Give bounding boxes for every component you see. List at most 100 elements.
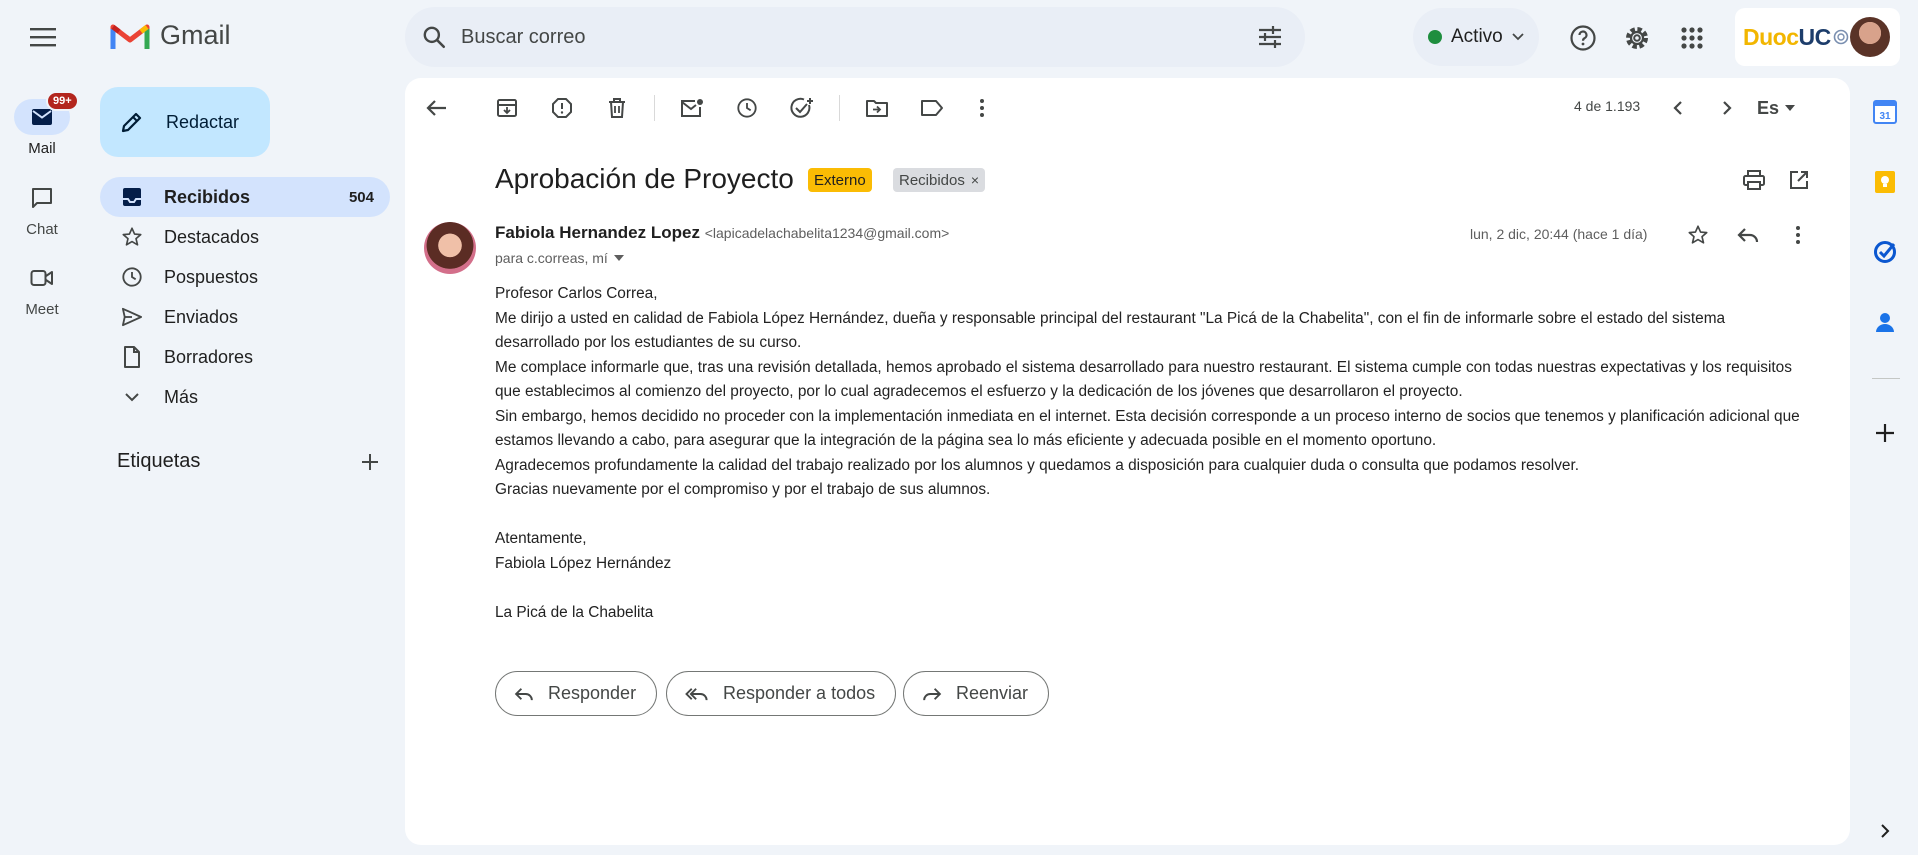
snooze-button[interactable] [729,90,765,126]
mail-icon [32,109,52,125]
input-tools-button[interactable]: Es [1757,90,1807,126]
get-addons-button[interactable] [1867,415,1903,451]
reply-all-button[interactable]: Responder a todos [666,671,897,716]
chevron-right-icon [1881,824,1890,838]
nav-item-starred[interactable]: Destacados [100,217,390,257]
body-paragraph: Gracias nuevamente por el compromiso y p… [495,481,991,498]
hamburger-icon [30,28,56,47]
search-icon[interactable] [421,24,447,50]
pagination-text: 4 de 1.193 [1574,98,1641,114]
sender-name[interactable]: Fabiola Hernandez Lopez [495,223,700,242]
active-status-dot [1428,30,1442,44]
forward-icon [923,687,942,700]
body-paragraph: Me complace informarle que, tras una rev… [495,358,1792,401]
report-spam-button[interactable] [544,90,580,126]
search-options-icon[interactable] [1257,25,1283,49]
star-icon [1688,225,1708,244]
organization-logo: DuocUC [1743,23,1831,50]
report-spam-icon [552,98,572,118]
tasks-app-button[interactable] [1867,234,1903,270]
plus-icon [362,453,378,470]
clock-icon [122,267,142,287]
status-label: Activo [1451,26,1503,47]
keep-app-button[interactable] [1867,164,1903,200]
older-button[interactable] [1709,90,1745,126]
move-to-folder-icon [866,100,888,117]
nav-item-more[interactable]: Más [100,377,390,417]
add-to-tasks-button[interactable] [784,90,820,126]
message-more-button[interactable] [1780,217,1816,253]
send-icon [122,307,142,327]
newer-button[interactable] [1660,90,1696,126]
body-greeting: Profesor Carlos Correa, [495,285,658,302]
more-vert-icon [980,99,984,117]
compose-label: Redactar [166,111,240,132]
apps-button[interactable] [1672,18,1712,58]
labels-button[interactable] [914,90,950,126]
nav-item-snoozed[interactable]: Pospuestos [100,257,390,297]
nav-item-sent[interactable]: Enviados [100,297,390,337]
recipients-line[interactable]: para c.correas, mí [495,250,624,266]
body-paragraph: Sin embargo, hemos decidido no proceder … [495,407,1800,450]
email-subject: Aprobación de Proyecto [495,163,794,194]
delete-button[interactable] [599,90,635,126]
reply-icon-button[interactable] [1730,217,1766,253]
signature-name: Fabiola López Hernández [495,554,672,572]
mark-unread-icon [681,99,703,117]
more-options-button[interactable] [964,90,1000,126]
archive-button[interactable] [489,90,525,126]
contacts-person-icon [1876,313,1894,332]
nav-label: Enviados [164,306,239,327]
help-button[interactable] [1563,18,1603,58]
inbox-label-chip[interactable]: Recibidos × [893,168,986,192]
calendar-app-button[interactable]: 31 [1867,94,1903,130]
pencil-icon [121,112,142,133]
status-selector[interactable]: Activo [1413,8,1539,66]
reply-icon [514,687,533,700]
clock-icon [737,98,757,118]
email-date: lun, 2 dic, 20:44 (hace 1 día) [1470,226,1648,242]
calendar-icon: 31 [1873,100,1897,124]
reply-button[interactable]: Responder [495,671,658,716]
plus-icon [1876,424,1894,442]
move-to-button[interactable] [859,90,895,126]
search-input[interactable] [461,25,1221,49]
signature-org: La Picá de la Chabelita [495,603,654,621]
open-in-new-icon [1790,171,1808,189]
account-button[interactable]: DuocUC [1735,8,1900,66]
chat-icon [32,188,52,208]
open-new-window-button[interactable] [1781,162,1817,198]
mark-unread-button[interactable] [674,90,710,126]
rail-meet[interactable]: Meet [0,260,84,318]
nav-item-inbox[interactable]: Recibidos 504 [100,177,390,217]
search-bar[interactable] [405,7,1305,67]
show-side-panel-button[interactable] [1867,813,1903,849]
sender-email: <lapicadelachabelita1234@gmail.com> [704,225,950,241]
nav-label: Borradores [164,346,254,367]
labels-heading: Etiquetas [117,450,201,472]
caret-down-icon[interactable] [613,255,624,261]
main-menu-button[interactable] [22,20,64,54]
archive-icon [497,99,517,117]
remove-label-button[interactable]: × [971,172,979,188]
add-task-icon [790,97,813,118]
rail-meet-label: Meet [25,301,59,318]
chevron-left-icon [1673,101,1682,115]
nav-label: Pospuestos [164,266,259,287]
forward-button[interactable]: Reenviar [903,671,1050,716]
gmail-logo[interactable]: Gmail [110,20,231,51]
add-label-button[interactable] [361,453,379,471]
more-vert-icon [1796,226,1800,244]
rail-mail[interactable]: 99+ Mail [0,91,84,157]
sender-avatar[interactable] [424,222,476,274]
star-button[interactable] [1680,217,1716,253]
labels-section-header: Etiquetas [117,450,379,473]
draft-file-icon [124,346,140,368]
contacts-app-button[interactable] [1867,304,1903,340]
compose-button[interactable]: Redactar [100,87,270,157]
nav-item-drafts[interactable]: Borradores [100,337,390,377]
settings-button[interactable] [1617,18,1657,58]
print-all-button[interactable] [1736,162,1772,198]
rail-chat[interactable]: Chat [0,180,84,238]
back-button[interactable] [419,90,455,126]
